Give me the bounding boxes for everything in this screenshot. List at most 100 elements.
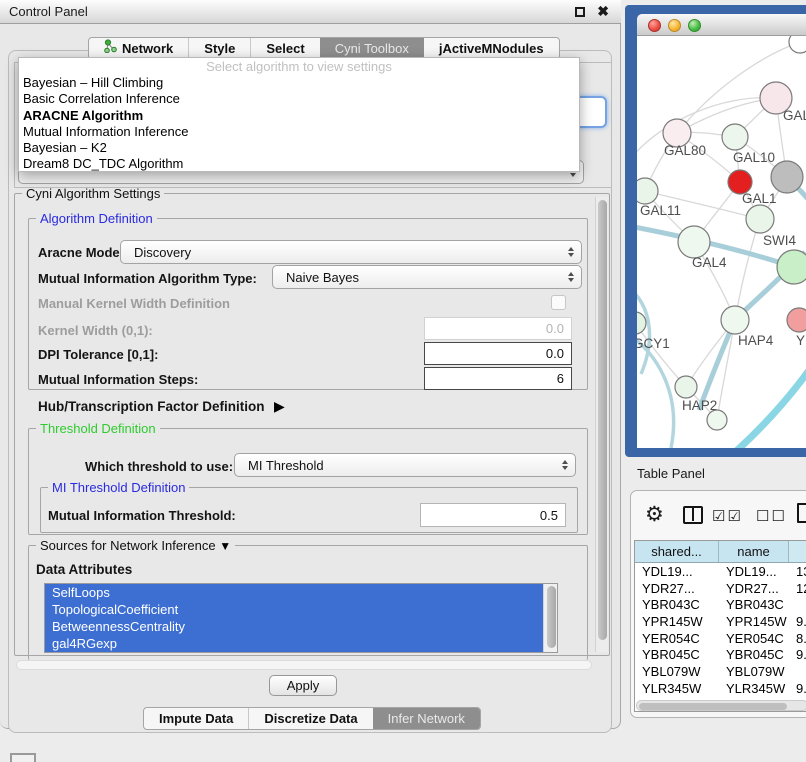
data-attribute-item[interactable]: BetweennessCentrality — [45, 618, 557, 635]
mi-type-label: Mutual Information Algorithm Type: — [38, 271, 257, 286]
network-node[interactable] — [789, 36, 806, 53]
file-icon[interactable] — [797, 503, 806, 523]
network-edge[interactable] — [637, 323, 686, 387]
mi-steps-field[interactable]: 6 — [424, 367, 572, 390]
manual-kernel-width-checkbox[interactable] — [551, 295, 566, 310]
node-label: GAL80 — [664, 143, 706, 158]
close-icon[interactable]: ✖ — [597, 3, 609, 20]
network-edge[interactable] — [637, 98, 776, 158]
expand-down-icon[interactable]: ▼ — [219, 539, 231, 553]
tab-select[interactable]: Select — [250, 38, 319, 59]
unchecked-boxes-icon[interactable]: ☐☐ — [756, 507, 787, 525]
tab-label: jActiveMNodules — [439, 38, 544, 59]
gear-icon[interactable]: ⚙ — [645, 502, 664, 527]
zoom-traffic-light-icon[interactable] — [688, 19, 701, 32]
attributes-scrollbar-thumb[interactable] — [547, 586, 556, 648]
table-row[interactable]: YBL079WYBL079W — [635, 663, 806, 680]
mi-threshold-value: 0.5 — [540, 508, 558, 523]
settings-hscrollbar-track[interactable] — [16, 660, 592, 670]
tab-cyni-toolbox[interactable]: Cyni Toolbox — [320, 38, 424, 59]
table-cell: YBL079W — [635, 664, 719, 679]
aracne-mode-select[interactable]: Discovery — [120, 240, 582, 264]
network-canvas[interactable]: GALGAL80GAL10GAL1SWI4GAL11GAL4GCY1HAP4YH… — [637, 36, 806, 448]
table-row[interactable]: YER054CYER054C8. — [635, 630, 806, 647]
network-node-gal4[interactable] — [678, 226, 710, 258]
network-node[interactable] — [771, 161, 803, 193]
table-cell: 9. — [789, 681, 806, 696]
data-attribute-item[interactable]: gal4RGexp — [45, 635, 557, 652]
mi-type-select[interactable]: Naive Bayes — [272, 265, 582, 289]
network-node[interactable] — [707, 410, 727, 430]
node-label: GCY1 — [637, 336, 670, 351]
tab-infer-network[interactable]: Infer Network — [373, 708, 480, 729]
attributes-scrollbar-track[interactable] — [543, 584, 557, 652]
data-attribute-item[interactable]: TopologicalCoefficient — [45, 601, 557, 618]
network-node-hap4[interactable] — [721, 306, 749, 334]
network-node-hap2[interactable] — [675, 376, 697, 398]
combo-arrows-icon — [562, 460, 568, 470]
network-node-y[interactable] — [787, 308, 806, 332]
table-row[interactable]: YDR27...YDR27...12 — [635, 580, 806, 597]
network-node-gcy1[interactable] — [637, 312, 646, 334]
tab-label: Network — [122, 38, 173, 59]
cyni-bottom-tabbar: Impute DataDiscretize DataInfer Network — [143, 707, 481, 730]
checked-boxes-icon[interactable]: ☑☑ — [712, 507, 743, 525]
tab-discretize-data[interactable]: Discretize Data — [248, 708, 372, 729]
algorithm-option[interactable]: Basic Correlation Inference — [19, 91, 579, 107]
tab-network[interactable]: Network — [89, 38, 188, 59]
tab-jactivemnodules[interactable]: jActiveMNodules — [424, 38, 559, 59]
settings-scrollbar-track[interactable] — [595, 197, 608, 652]
network-node-gal10[interactable] — [722, 124, 748, 150]
dpi-tolerance-label: DPI Tolerance [0,1]: — [38, 347, 158, 362]
table-row[interactable]: YBR043CYBR043C — [635, 596, 806, 613]
table-cell: YER054C — [719, 631, 789, 646]
close-traffic-light-icon[interactable] — [648, 19, 661, 32]
network-window-titlebar[interactable] — [637, 14, 806, 36]
table-column-header[interactable]: A — [789, 541, 806, 562]
tab-style[interactable]: Style — [188, 38, 250, 59]
mi-steps-value: 6 — [557, 371, 564, 386]
which-threshold-label: Which threshold to use: — [85, 459, 233, 474]
kernel-width-field[interactable]: 0.0 — [424, 317, 572, 340]
network-node[interactable] — [746, 205, 774, 233]
sources-group-title: Sources for Network Inference ▼ — [36, 538, 235, 553]
table-cell: YDR27... — [635, 581, 719, 596]
expand-right-icon[interactable]: ▶ — [274, 398, 285, 415]
table-column-header[interactable]: name — [719, 541, 789, 562]
partial-icon-bottom-left[interactable] — [10, 753, 36, 762]
table-row[interactable]: YBR045CYBR045C9. — [635, 646, 806, 663]
tab-impute-data[interactable]: Impute Data — [144, 708, 248, 729]
network-node-swi4[interactable] — [777, 250, 806, 284]
algorithm-option[interactable]: ARACNE Algorithm — [19, 108, 579, 124]
settings-scrollbar-thumb[interactable] — [598, 200, 607, 640]
algorithm-option[interactable]: Bayesian – Hill Climbing — [19, 75, 579, 91]
float-window-icon[interactable] — [575, 7, 585, 17]
table-row[interactable]: YLR345WYLR345W9. — [635, 680, 806, 697]
table-row[interactable]: YDL19...YDL19...13 — [635, 563, 806, 580]
columns-icon[interactable] — [683, 506, 703, 524]
apply-button[interactable]: Apply — [269, 675, 337, 696]
data-attribute-item[interactable]: SelfLoops — [45, 584, 557, 601]
control-panel-titlebar[interactable]: Control Panel ✖ — [0, 0, 621, 24]
aracne-mode-label: Aracne Mode: — [38, 245, 124, 260]
table-cell: YBL079W — [719, 664, 789, 679]
mi-threshold-field[interactable]: 0.5 — [420, 503, 566, 527]
algorithm-option[interactable]: Mutual Information Inference — [19, 124, 579, 140]
network-edge[interactable] — [637, 336, 674, 448]
table-header-row: shared...nameA — [635, 541, 806, 563]
network-edge[interactable] — [717, 362, 806, 448]
hub-definition-label[interactable]: Hub/Transcription Factor Definition — [38, 399, 265, 414]
algorithm-option[interactable]: Dream8 DC_TDC Algorithm — [19, 156, 579, 172]
data-attributes-list[interactable]: SelfLoopsTopologicalCoefficientBetweenne… — [44, 583, 558, 653]
dpi-tolerance-field[interactable]: 0.0 — [424, 342, 572, 365]
algorithm-option[interactable]: Bayesian – K2 — [19, 140, 579, 156]
table-column-header[interactable]: shared... — [635, 541, 719, 562]
application-window: Control Panel ✖ Network StyleSelectCyni T… — [0, 0, 806, 762]
table-hscrollbar-track[interactable] — [636, 700, 806, 711]
which-threshold-select[interactable]: MI Threshold — [234, 453, 576, 477]
table-hscrollbar-thumb[interactable] — [639, 703, 787, 710]
minimize-traffic-light-icon[interactable] — [668, 19, 681, 32]
network-node-gal11[interactable] — [637, 178, 658, 204]
table-row[interactable]: YPR145WYPR145W9. — [635, 613, 806, 630]
table-panel-title: Table Panel — [637, 466, 705, 481]
